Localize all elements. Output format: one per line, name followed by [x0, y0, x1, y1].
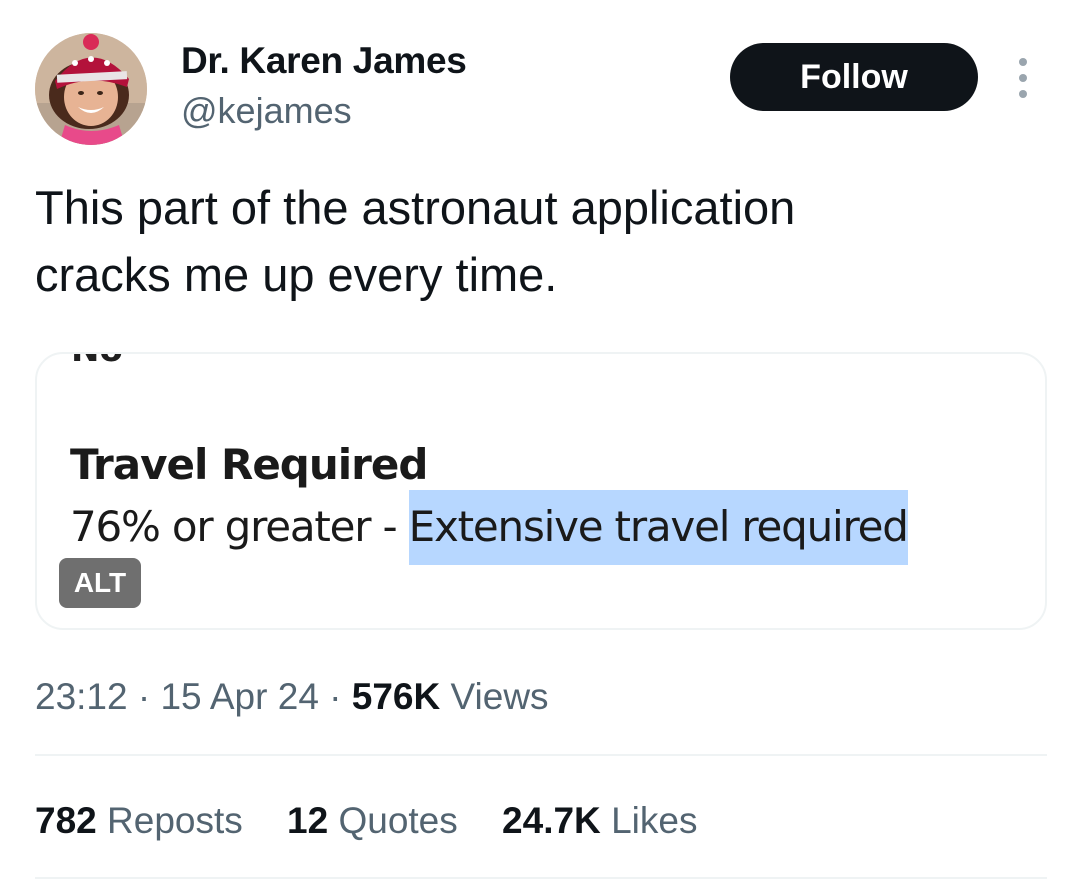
engagement-stats: 782 Reposts 12 Quotes 24.7K Likes — [35, 800, 731, 842]
media-line: 76% or greater - Extensive travel requir… — [70, 490, 909, 565]
avatar-image — [35, 33, 147, 145]
likes-count: 24.7K — [502, 800, 601, 841]
reposts-stat[interactable]: 782 Reposts — [35, 800, 243, 842]
more-dot — [1019, 58, 1027, 66]
author-handle[interactable]: @kejames — [181, 90, 352, 132]
media-image[interactable]: No Travel Required 76% or greater - Exte… — [35, 352, 1047, 630]
avatar[interactable] — [35, 33, 147, 145]
follow-button[interactable]: Follow — [730, 43, 978, 111]
media-line-prefix: 76% or greater - — [70, 502, 409, 551]
views-count: 576K — [351, 676, 441, 717]
media-heading: Travel Required — [70, 440, 428, 489]
meta-separator: · — [329, 676, 342, 717]
more-dot — [1019, 74, 1027, 82]
divider — [35, 754, 1047, 756]
tweet-text-line: cracks me up every time. — [35, 248, 558, 301]
views-label: Views — [450, 676, 549, 717]
reposts-label: Reposts — [107, 800, 243, 841]
more-dot — [1019, 90, 1027, 98]
author-name[interactable]: Dr. Karen James — [181, 40, 467, 82]
tweet-card: Dr. Karen James @kejames Follow This par… — [0, 0, 1080, 881]
quotes-stat[interactable]: 12 Quotes — [287, 800, 458, 842]
divider — [35, 877, 1047, 879]
tweet-date[interactable]: 15 Apr 24 — [160, 676, 318, 717]
meta-separator: · — [137, 676, 151, 717]
tweet-text: This part of the astronaut application c… — [35, 174, 1035, 308]
tweet-time[interactable]: 23:12 — [35, 676, 128, 717]
tweet-meta: 23:12 · 15 Apr 24 · 576K Views — [35, 676, 549, 718]
likes-label: Likes — [611, 800, 698, 841]
quotes-count: 12 — [287, 800, 329, 841]
reposts-count: 782 — [35, 800, 97, 841]
media-cut-text: No — [71, 354, 123, 370]
media-highlight: Extensive travel required — [408, 490, 909, 565]
more-options-icon[interactable] — [1012, 58, 1034, 98]
likes-stat[interactable]: 24.7K Likes — [502, 800, 697, 842]
tweet-text-line: This part of the astronaut application — [35, 181, 796, 234]
alt-badge[interactable]: ALT — [59, 558, 141, 608]
quotes-label: Quotes — [338, 800, 458, 841]
